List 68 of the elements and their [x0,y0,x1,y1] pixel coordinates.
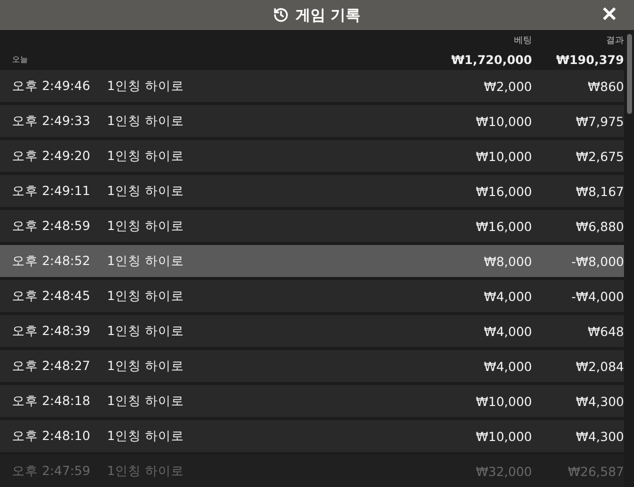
result-amount: ₩6,880 [574,218,624,234]
history-row[interactable]: 오후 2:48:39 1인칭 하이로 ₩4,000 ₩648 [0,315,624,347]
result-amount: ₩860 [586,78,624,94]
time-text: 오후 2:49:46 [12,78,92,94]
history-row[interactable]: 오후 2:48:18 1인칭 하이로 ₩10,000 ₩4,300 [0,385,624,417]
game-name: 1인칭 하이로 [107,252,185,270]
result-amount: ₩2,675 [574,148,624,164]
column-header: 결과 [605,35,624,48]
time-text: 오후 2:49:33 [12,112,92,130]
result-amount: ₩648 [586,324,624,338]
result-amount: ₩26,587 [566,464,624,478]
bet-amount: ₩16,000 [474,218,532,234]
history-row[interactable]: 오후 2:48:27 1인칭 하이로 ₩4,000 ₩2,084 [0,350,624,382]
result-amount: ₩7,975 [574,114,624,128]
game-name: 1인칭 하이로 [107,358,185,374]
result-amount: -₩8,000 [570,254,624,268]
bet-amount: ₩10,000 [474,428,532,444]
time-text: 오후 2:48:59 [12,218,92,234]
time-text: 오후 2:48:10 [12,428,92,444]
game-name: 1인칭 하이로 [107,218,185,234]
game-name: 1인칭 하이로 [107,322,185,340]
total-result: ₩190,379 [555,52,624,67]
game-name: 1인칭 하이로 [107,112,185,130]
bet-amount: ₩4,000 [482,288,532,304]
time-text: 오후 2:48:45 [12,288,92,304]
date-label: 오늘 [12,54,29,66]
result-amount: ₩4,300 [574,428,624,444]
bet-amount: ₩32,000 [474,464,532,478]
column-header: 베팅 [513,35,532,48]
game-name: 1인칭 하이로 [107,428,185,444]
time-text: 오후 2:48:18 [12,392,92,410]
game-name: 1인칭 하이로 [107,288,185,304]
bet-amount: ₩4,000 [482,358,532,374]
game-name: 1인칭 하이로 [107,182,185,200]
history-row[interactable]: 오후 2:49:20 1인칭 하이로 ₩10,000 ₩2,675 [0,140,624,172]
bet-amount: ₩10,000 [474,114,532,128]
time-text: 오후 2:47:59 [12,462,92,480]
result-amount: ₩2,084 [574,358,624,374]
bet-amount: ₩10,000 [474,394,532,408]
history-row[interactable]: 오후 2:49:46 1인칭 하이로 ₩2,000 ₩860 [0,70,624,102]
close-button[interactable]: ✕ [599,2,620,28]
result-amount: ₩8,167 [574,184,624,198]
time-text: 오후 2:48:52 [12,252,92,270]
game-name: 1인칭 하이로 [107,392,185,410]
window-title: 게임 기록 [295,6,361,24]
history-icon [273,7,290,23]
history-row[interactable]: 오후 2:48:59 1인칭 하이로 ₩16,000 ₩6,880 [0,210,624,242]
history-row[interactable]: 오후 2:49:33 1인칭 하이로 ₩10,000 ₩7,975 [0,105,624,137]
bet-amount: ₩16,000 [474,184,532,198]
bet-amount: ₩2,000 [482,78,532,94]
result-amount: ₩4,300 [574,394,624,408]
history-row[interactable]: 오후 2:48:45 1인칭 하이로 ₩4,000 -₩4,000 [0,280,624,312]
game-name: 1인칭 하이로 [107,462,185,480]
result-amount: -₩4,000 [570,288,624,304]
bet-amount: ₩4,000 [482,324,532,338]
time-text: 오후 2:48:27 [12,358,92,374]
bet-amount: ₩8,000 [482,254,532,268]
total-bet: ₩1,720,000 [450,52,532,67]
time-text: 오후 2:49:20 [12,148,92,164]
scrollbar[interactable] [627,34,632,114]
history-row[interactable]: 오후 2:49:11 1인칭 하이로 ₩16,000 ₩8,167 [0,175,624,207]
time-text: 오후 2:49:11 [12,182,92,200]
game-name: 1인칭 하이로 [107,78,185,94]
game-name: 1인칭 하이로 [107,148,185,164]
bet-amount: ₩10,000 [474,148,532,164]
history-row[interactable]: 오후 2:48:52 1인칭 하이로 ₩8,000 -₩8,000 [0,245,624,277]
history-row[interactable]: 오후 2:48:10 1인칭 하이로 ₩10,000 ₩4,300 [0,420,624,452]
time-text: 오후 2:48:39 [12,322,92,340]
